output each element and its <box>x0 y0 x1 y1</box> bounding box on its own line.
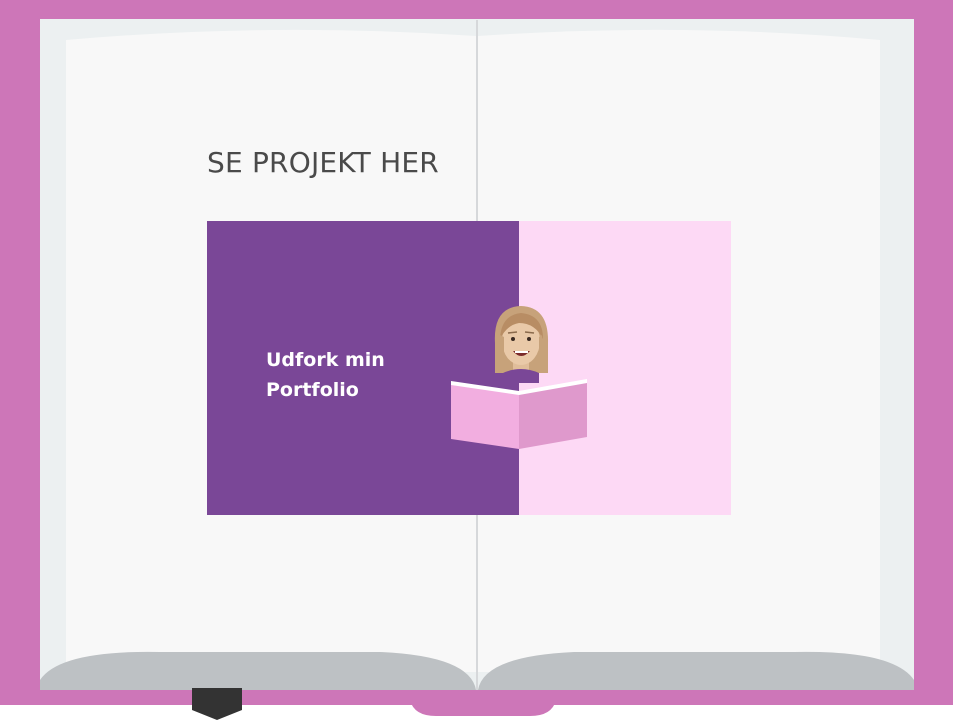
right-page-bottom <box>478 651 914 690</box>
left-page-bottom <box>40 651 476 690</box>
project-card[interactable]: Udfork min Portfolio <box>207 221 731 515</box>
person-reading-book-icon <box>451 306 587 449</box>
project-card-title-line-1: Udfork min <box>266 349 385 371</box>
page-heading: SE PROJEKT HER <box>207 146 439 179</box>
project-card-title: Udfork min Portfolio <box>266 345 466 405</box>
open-book-page: SE PROJEKT HER Udfork min Portfolio <box>0 0 953 720</box>
project-card-title-line-2: Portfolio <box>266 379 359 401</box>
bookmark-ribbon-icon <box>192 688 242 720</box>
